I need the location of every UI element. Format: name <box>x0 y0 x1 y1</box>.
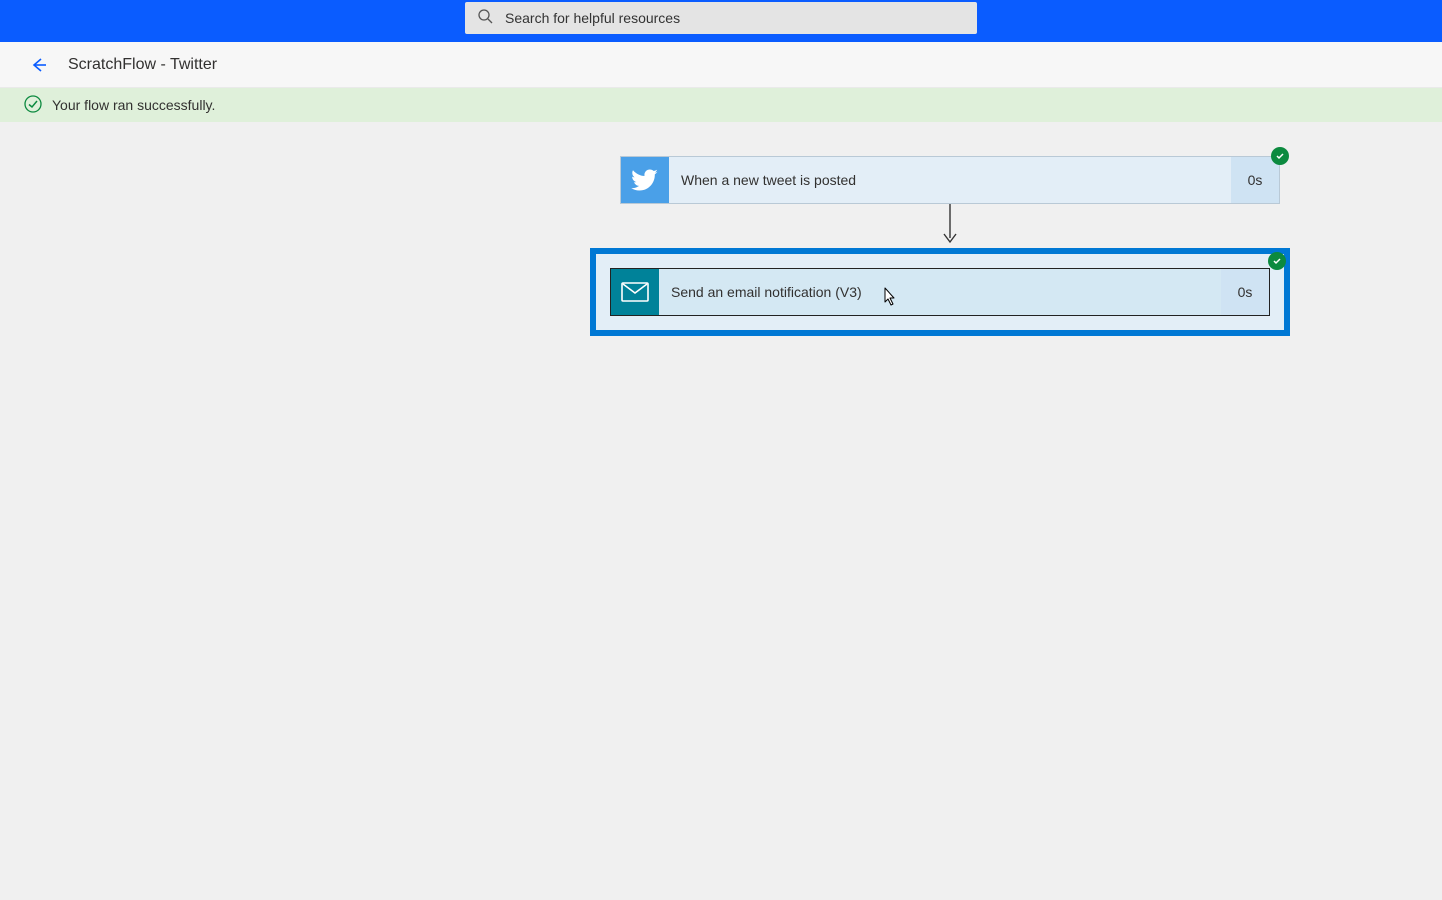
twitter-icon <box>621 157 669 203</box>
success-badge-icon <box>1268 252 1286 270</box>
checkmark-circle-icon <box>24 95 42 116</box>
flow-canvas: When a new tweet is posted 0s <box>0 122 1442 900</box>
flow-step-duration: 0s <box>1231 157 1279 203</box>
search-input[interactable] <box>505 10 965 26</box>
flow-step-action-selected[interactable]: Send an email notification (V3) 0s <box>590 248 1290 336</box>
flow-step-duration: 0s <box>1221 269 1269 315</box>
arrow-left-icon <box>29 56 47 74</box>
success-banner: Your flow ran successfully. <box>0 88 1442 122</box>
flow-connector-arrow <box>940 204 960 248</box>
search-icon <box>477 8 493 29</box>
banner-message: Your flow ran successfully. <box>52 97 215 113</box>
flow-step-label: When a new tweet is posted <box>669 157 1231 203</box>
back-button[interactable] <box>28 55 48 75</box>
mail-icon <box>611 269 659 315</box>
success-badge-icon <box>1271 147 1289 165</box>
page-header: ScratchFlow - Twitter <box>0 42 1442 88</box>
flow-step-label: Send an email notification (V3) <box>659 269 1221 315</box>
page-title: ScratchFlow - Twitter <box>68 56 217 74</box>
arrow-down-icon <box>940 204 960 248</box>
search-box[interactable] <box>465 2 977 34</box>
flow-step-trigger[interactable]: When a new tweet is posted 0s <box>620 156 1280 204</box>
topbar <box>0 0 1442 42</box>
